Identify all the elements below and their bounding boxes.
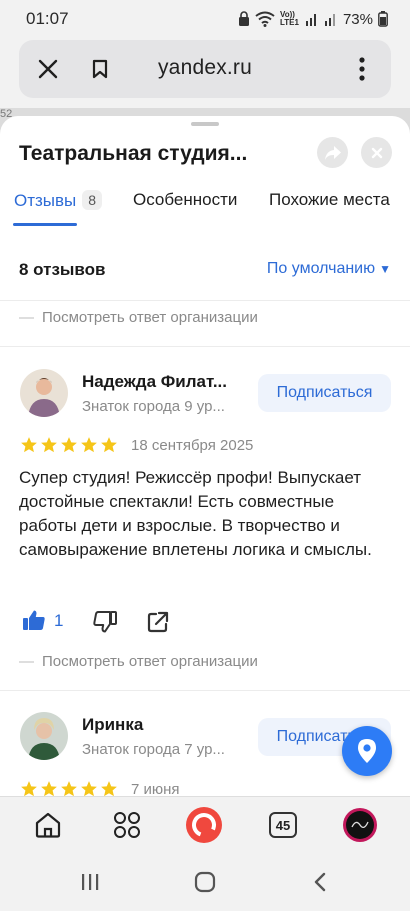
thumbs-up-icon	[23, 610, 45, 630]
status-bar: 01:07 Vo)) LTE1 73%	[0, 0, 410, 38]
star-icon	[21, 781, 37, 796]
close-card-button[interactable]	[361, 137, 392, 168]
map-pin-icon	[358, 739, 376, 763]
dash-icon: —	[19, 309, 34, 326]
tab-reviews-label: Отзывы	[14, 191, 77, 210]
star-icon	[81, 781, 97, 796]
volte-label: Vo)) LTE1	[279, 10, 299, 27]
thumbs-down-icon	[93, 611, 117, 633]
battery-icon	[378, 11, 388, 27]
alice-button[interactable]	[186, 807, 222, 843]
tab-reviews[interactable]: Отзывы 8	[14, 190, 103, 211]
review-text: Супер студия! Режиссёр профи! Выпускает …	[19, 468, 372, 559]
browser-toolbar: yandex.ru	[0, 38, 410, 108]
tab-reviews-badge: 8	[82, 190, 103, 210]
grid-icon	[114, 812, 140, 838]
status-time: 01:07	[26, 9, 69, 28]
org-reply-label: Посмотреть ответ организации	[42, 309, 258, 326]
wifi-icon	[255, 11, 275, 27]
star-icon	[101, 437, 117, 453]
share-button[interactable]	[317, 137, 348, 168]
address-bar[interactable]: yandex.ru	[19, 40, 391, 98]
sort-label: По умолчанию	[266, 260, 376, 277]
like-button[interactable]	[22, 609, 46, 636]
share-icon	[324, 145, 341, 160]
map-pin-button[interactable]	[342, 726, 392, 776]
divider	[0, 346, 410, 347]
place-title: Театральная студия...	[19, 142, 248, 165]
services-button[interactable]	[109, 807, 145, 843]
org-reply-link[interactable]: — Посмотреть ответ организации	[19, 309, 258, 326]
avatar	[343, 808, 377, 842]
divider	[0, 690, 410, 691]
signal-2-icon	[324, 14, 335, 26]
divider	[0, 300, 410, 301]
reviewer-name[interactable]: Надежда Филат...	[82, 372, 227, 392]
home-nav-icon	[194, 871, 216, 893]
dislike-button[interactable]	[93, 611, 117, 638]
tab-features[interactable]: Особенности	[133, 190, 237, 210]
review-date: 7 июня	[131, 781, 180, 796]
share-review-button[interactable]	[147, 611, 169, 638]
back-icon	[314, 872, 326, 892]
reviews-count: 8 отзывов	[19, 260, 106, 279]
star-icon	[81, 437, 97, 453]
dash-icon: —	[19, 653, 34, 670]
review-date: 18 сентября 2025	[131, 437, 254, 454]
status-icons: Vo)) LTE1 73%	[238, 11, 388, 28]
like-count: 1	[54, 611, 64, 630]
sheet-grabber[interactable]	[191, 122, 219, 126]
star-icon	[61, 437, 77, 453]
star-icon	[101, 781, 117, 796]
home-button[interactable]	[30, 807, 66, 843]
lock-icon	[238, 11, 249, 26]
star-icon	[41, 437, 57, 453]
reviewer-level: Знаток города 9 ур...	[82, 398, 225, 415]
home-icon	[35, 812, 61, 838]
battery-percent: 73%	[342, 10, 373, 28]
reviewer-level: Знаток города 7 ур...	[82, 741, 225, 758]
recents-icon	[82, 874, 99, 890]
tab-active-indicator	[13, 223, 77, 226]
rating-stars	[20, 436, 118, 454]
rating-stars	[20, 780, 118, 796]
star-icon	[21, 437, 37, 453]
chevron-down-icon: ▼	[379, 262, 391, 276]
sort-dropdown[interactable]: По умолчанию ▼	[267, 260, 391, 278]
star-icon	[61, 781, 77, 796]
org-reply-label: Посмотреть ответ организации	[42, 653, 258, 670]
avatar[interactable]	[20, 712, 68, 760]
signal-icon	[305, 14, 316, 26]
bottom-toolbar: 45	[0, 796, 410, 852]
alice-icon	[186, 807, 222, 843]
recents-button[interactable]	[75, 870, 105, 894]
url-text[interactable]: yandex.ru	[19, 56, 391, 80]
tabs-count: 45	[269, 812, 297, 838]
profile-button[interactable]	[342, 807, 378, 843]
org-reply-link[interactable]: — Посмотреть ответ организации	[19, 653, 258, 670]
more-vert-icon[interactable]	[347, 54, 377, 84]
tab-bar: Отзывы 8 Особенности Похожие места	[0, 190, 410, 230]
external-link-icon	[147, 611, 169, 633]
star-icon	[41, 781, 57, 796]
tab-similar[interactable]: Похожие места	[269, 190, 390, 210]
close-icon	[371, 147, 382, 158]
avatar[interactable]	[20, 369, 68, 417]
tabs-button[interactable]: 45	[265, 807, 301, 843]
subscribe-button[interactable]: Подписаться	[258, 374, 391, 412]
place-card-sheet: Театральная студия... Отзывы 8 Особенност…	[0, 116, 410, 796]
reviewer-name[interactable]: Иринка	[82, 715, 143, 735]
home-nav-button[interactable]	[190, 870, 220, 894]
system-nav-bar	[0, 852, 410, 911]
back-button[interactable]	[305, 870, 335, 894]
